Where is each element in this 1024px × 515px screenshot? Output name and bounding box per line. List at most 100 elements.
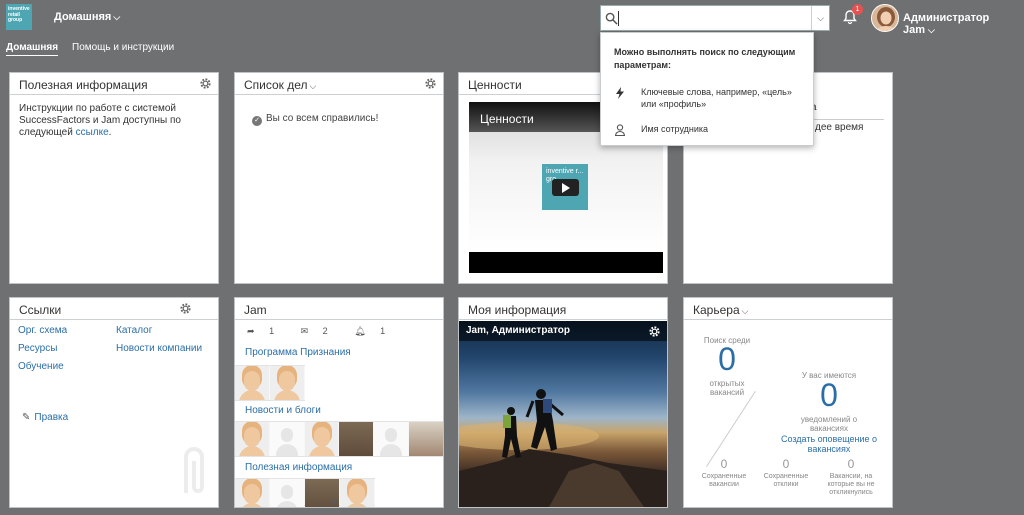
- profile-name: Jam, Администратор: [466, 325, 570, 336]
- tile-title: Список дел: [244, 78, 308, 92]
- career-title-dropdown[interactable]: Карьера ⌵: [693, 303, 748, 317]
- tile-jam: Jam ➦ 1 ✉ 2 🔔︎ 1 Программа Признания Нов…: [234, 297, 444, 508]
- jam-stats: ➦ 1 ✉ 2 🔔︎ 1: [247, 326, 437, 337]
- tile-links: Ссылки Орг. схема Каталог Ресурсы Новост…: [9, 297, 219, 508]
- link-training[interactable]: Обучение: [18, 361, 64, 372]
- saved-applications-count[interactable]: 0: [756, 457, 816, 471]
- jam-section-news[interactable]: Новости и блоги: [245, 405, 321, 416]
- tile-title: Ценности: [468, 78, 522, 92]
- saved-applications-label: Сохраненные отклики: [763, 473, 809, 488]
- checkmark-icon: ✓: [252, 116, 262, 126]
- jam-messages[interactable]: ✉ 2: [301, 326, 340, 336]
- home-menu-label: Домашняя: [54, 11, 112, 23]
- member-avatar[interactable]: [340, 479, 374, 507]
- tile-useful-info: Полезная информация Инструкции по работе…: [9, 72, 219, 284]
- jam-section-useful-info[interactable]: Полезная информация: [245, 462, 352, 473]
- open-jobs-label: открытых вакансий: [709, 379, 745, 397]
- gear-icon[interactable]: [199, 77, 212, 90]
- link-catalog[interactable]: Каталог: [116, 325, 152, 336]
- envelope-icon: ✉: [300, 326, 309, 336]
- avatar[interactable]: [871, 4, 899, 32]
- company-logo[interactable]: inventive retail group: [6, 4, 32, 30]
- tile-body: ✓ Вы со всем справились!: [235, 96, 443, 283]
- saved-jobs-count[interactable]: 0: [694, 457, 754, 471]
- search-icon: [605, 12, 618, 25]
- search-option-label: Ключевые слова, например, «цель» или «пр…: [641, 87, 792, 109]
- saved-jobs-label: Сохраненные вакансии: [701, 473, 747, 488]
- subnav-home-link[interactable]: Домашняя: [6, 42, 59, 56]
- tile-body: Поиск среди 0 открытых вакансий У вас им…: [684, 321, 892, 507]
- tile-title: Ссылки: [19, 303, 62, 317]
- text-cursor: [618, 11, 619, 26]
- subnav-help-link[interactable]: Помощь и инструкции: [72, 42, 174, 53]
- sub-navigation: Домашняя Помощь и инструкции: [0, 40, 600, 58]
- useful-info-text: Инструкции по работе с системой SuccessF…: [19, 103, 209, 139]
- jam-shares[interactable]: ➦ 1: [247, 326, 286, 336]
- not-applied-count[interactable]: 0: [818, 457, 884, 471]
- search-input[interactable]: [621, 9, 806, 27]
- search-option-keywords[interactable]: Ключевые слова, например, «цель» или «пр…: [614, 86, 814, 112]
- member-avatar[interactable]: [235, 479, 269, 507]
- create-job-alert-link[interactable]: Создать оповещение о вакансиях: [772, 434, 886, 454]
- tile-body: Jam, Администратор: [459, 321, 667, 507]
- member-avatar[interactable]: [269, 422, 304, 456]
- jam-section-recognition[interactable]: Программа Признания: [245, 347, 351, 358]
- divider: [814, 119, 884, 120]
- link-company-news[interactable]: Новости компании: [116, 343, 202, 354]
- search-scope-dropdown-button[interactable]: ⌵: [811, 6, 829, 30]
- link-org-chart[interactable]: Орг. схема: [18, 325, 67, 336]
- divider: [705, 391, 756, 468]
- todo-title-dropdown[interactable]: Список дел ⌵: [244, 78, 316, 92]
- tile-todo: Список дел ⌵ ✓ Вы со всем справились!: [234, 72, 444, 284]
- gear-icon[interactable]: [179, 302, 192, 315]
- tile-my-info: Моя информация Jam, Администратор: [458, 297, 668, 508]
- video-title: Ценности: [480, 112, 534, 126]
- hikers-photo: [459, 389, 667, 507]
- job-alerts-count[interactable]: 0: [784, 377, 874, 414]
- member-avatar[interactable]: [270, 479, 304, 507]
- user-menu-button[interactable]: Администратор Jam ⌵: [903, 12, 1024, 36]
- open-jobs-count[interactable]: 0: [694, 341, 760, 378]
- member-avatar[interactable]: [304, 422, 339, 456]
- tile-title: Карьера: [693, 303, 740, 317]
- play-icon[interactable]: [552, 179, 579, 196]
- tile-title: Jam: [244, 303, 267, 317]
- bell-icon: 🔔︎: [354, 326, 366, 336]
- jam-alerts[interactable]: 🔔︎ 1: [354, 326, 397, 336]
- chevron-down-icon: ⌵: [817, 13, 824, 23]
- messages-count: 2: [322, 326, 328, 336]
- tile-header: Ссылки: [10, 298, 218, 320]
- gear-icon[interactable]: [424, 77, 437, 90]
- member-avatar[interactable]: [409, 422, 443, 456]
- profile-card[interactable]: Jam, Администратор: [459, 321, 667, 507]
- chevron-down-icon[interactable]: ⌵: [331, 495, 339, 506]
- shares-count: 1: [269, 326, 275, 336]
- edit-links-button[interactable]: ✎ Правка: [22, 412, 68, 423]
- gear-icon[interactable]: [648, 325, 661, 338]
- member-avatar[interactable]: [339, 422, 374, 456]
- member-avatar[interactable]: [235, 366, 269, 400]
- tile-body: Инструкции по работе с системой SuccessF…: [10, 96, 218, 283]
- person-icon: [614, 124, 626, 136]
- search-option-employee-name[interactable]: Имя сотрудника: [614, 123, 814, 137]
- top-bar: inventive retail group Домашняя ⌵ ⌵ 1 Адм…: [0, 0, 1024, 36]
- search-box[interactable]: ⌵: [600, 5, 830, 31]
- tile-header: Полезная информация: [10, 73, 218, 95]
- tile-header: Jam: [235, 298, 443, 320]
- instructions-link[interactable]: ссылке: [76, 127, 109, 138]
- not-applied-label: Вакансии, на которые вы не откликнулись: [827, 473, 875, 496]
- job-alerts-label: уведомлений о вакансиях: [800, 415, 858, 433]
- home-menu-button[interactable]: Домашняя ⌵: [54, 11, 120, 23]
- member-avatar[interactable]: [270, 366, 304, 400]
- member-avatar[interactable]: [374, 422, 409, 456]
- user-avatar-image: [872, 5, 898, 31]
- lightning-icon: [616, 87, 624, 99]
- pencil-icon: ✎: [22, 412, 31, 423]
- member-avatars: [235, 421, 443, 457]
- chevron-down-icon: ⌵: [928, 25, 935, 35]
- tile-title: Моя информация: [468, 303, 567, 317]
- tile-header: Карьера ⌵: [684, 298, 892, 320]
- link-resources[interactable]: Ресурсы: [18, 343, 57, 354]
- search-hint: Можно выполнять поиск по следующим парам…: [614, 47, 796, 70]
- member-avatar[interactable]: [235, 422, 269, 456]
